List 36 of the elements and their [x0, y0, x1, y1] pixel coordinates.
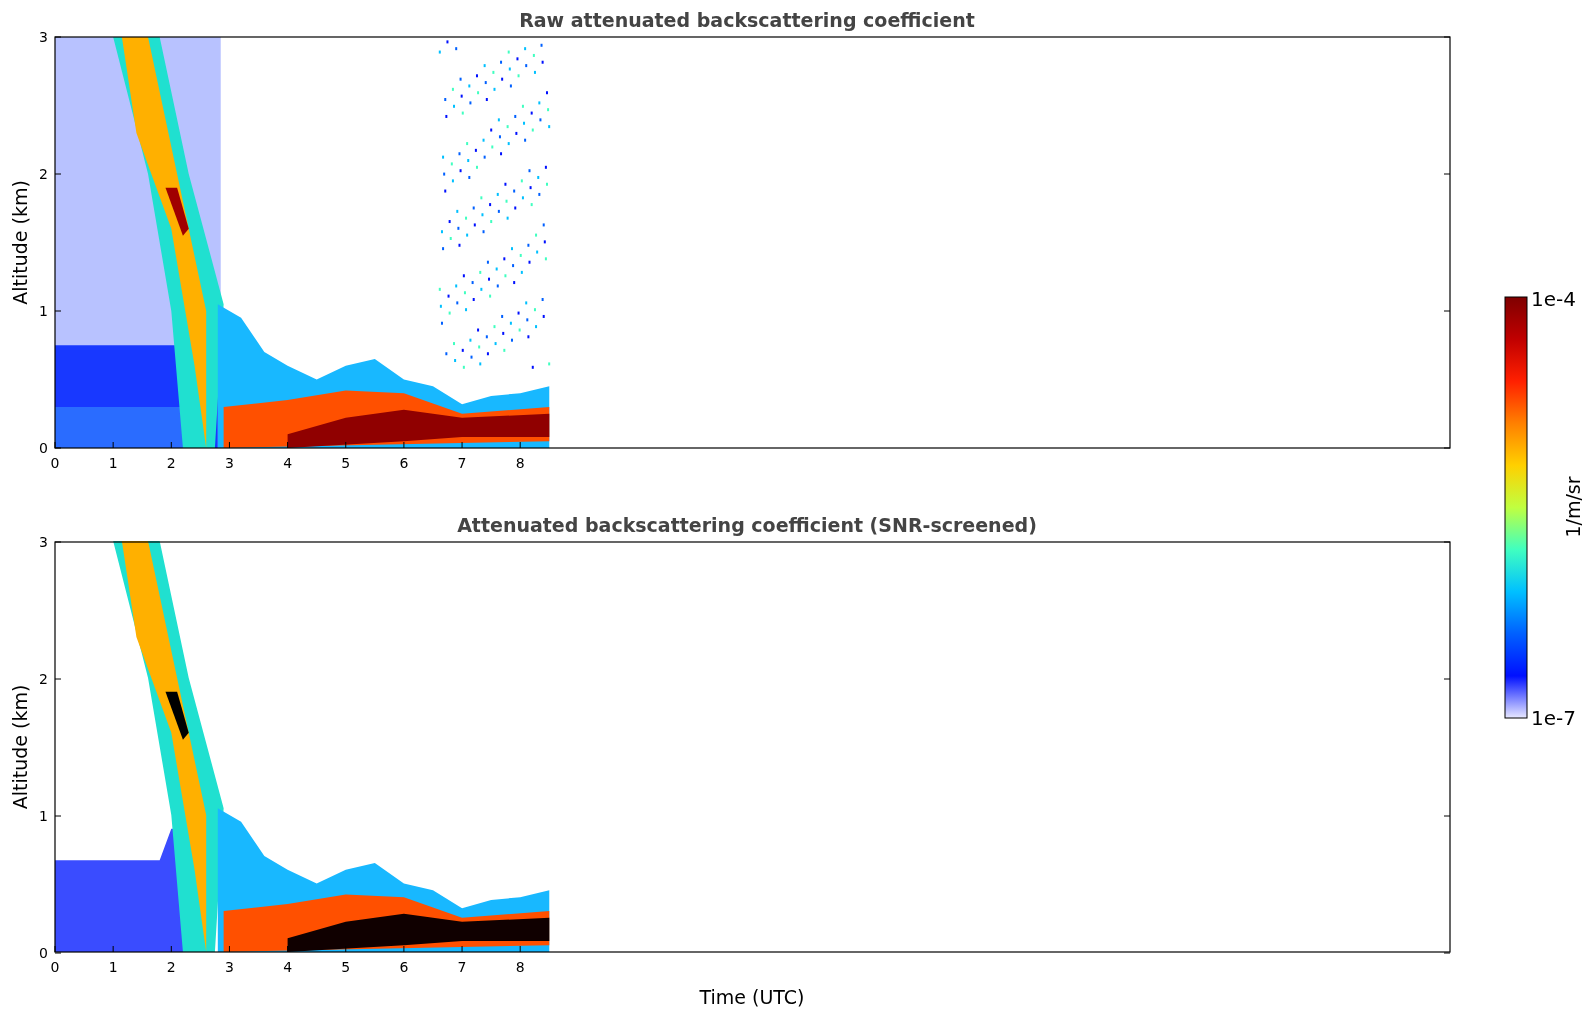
x-tick-label: 3	[225, 455, 234, 471]
x-axis-label: Time (UTC)	[699, 986, 805, 1008]
colorbar-unit-label: 1/m/sr	[1562, 476, 1584, 538]
panel-title: Attenuated backscattering coefficient (SNR-screened)	[457, 514, 1037, 536]
x-tick-label: 4	[283, 959, 293, 975]
x-tick-label: 1	[108, 959, 118, 975]
plume-peak-region	[165, 187, 189, 236]
x-tick-label: 5	[341, 959, 351, 975]
x-tick-label: 1	[108, 455, 118, 471]
y-axis-label: Altitude (km)	[9, 684, 31, 810]
y-tick-label: 1	[39, 808, 48, 824]
plume-peak-region	[165, 691, 189, 740]
x-tick-label: 8	[515, 959, 525, 975]
x-tick-label: 6	[399, 959, 409, 975]
y-tick-label: 0	[39, 440, 48, 456]
x-tick-label: 6	[399, 455, 409, 471]
y-tick-label: 2	[39, 166, 48, 182]
x-tick-label: 0	[50, 455, 60, 471]
y-tick-label: 0	[39, 945, 48, 961]
x-tick-label: 8	[515, 455, 525, 471]
colorbar-min-label: 1e-7	[1531, 706, 1576, 730]
y-tick-label: 2	[39, 671, 48, 687]
y-tick-label: 3	[39, 29, 48, 45]
x-tick-label: 4	[283, 455, 293, 471]
x-tick-label: 3	[225, 959, 234, 975]
x-tick-label: 2	[166, 455, 176, 471]
colorbar-max-label: 1e-4	[1531, 287, 1576, 311]
y-tick-label: 3	[39, 534, 48, 550]
x-tick-label: 7	[457, 455, 467, 471]
x-tick-label: 2	[166, 959, 176, 975]
x-tick-label: 0	[50, 959, 60, 975]
y-tick-label: 1	[39, 303, 48, 319]
x-tick-label: 5	[341, 455, 351, 471]
x-tick-label: 7	[457, 959, 467, 975]
y-axis-label: Altitude (km)	[9, 180, 31, 305]
panel-title: Raw attenuated backscattering coefficient	[519, 9, 975, 31]
